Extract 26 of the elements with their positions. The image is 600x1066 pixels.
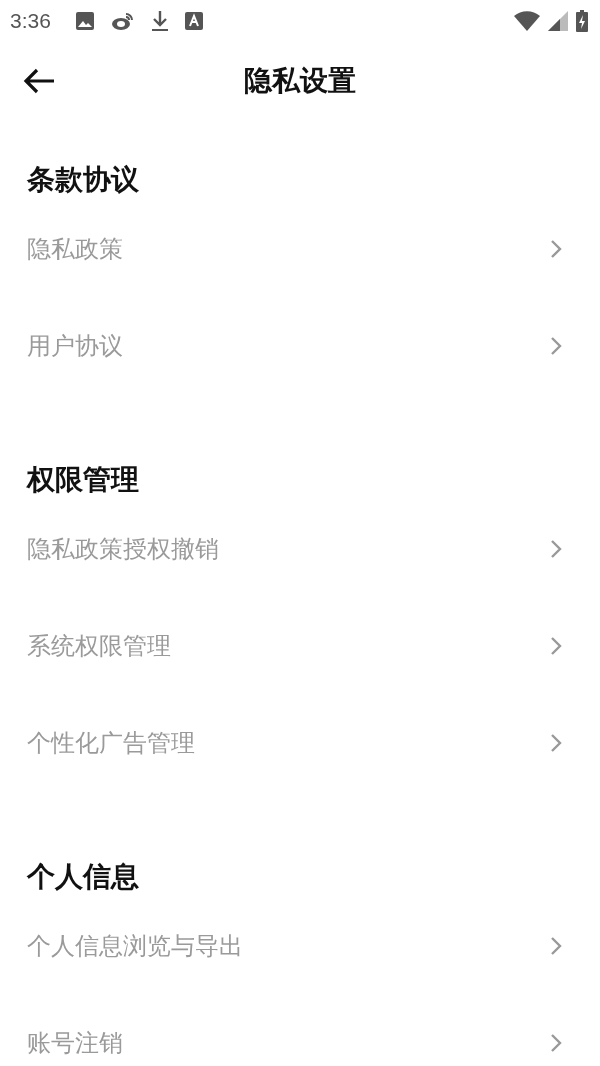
settings-item[interactable]: 隐私政策授权撤销 (0, 500, 600, 597)
settings-item[interactable]: 系统权限管理 (0, 597, 600, 694)
section-heading: 个人信息 (25, 859, 140, 895)
settings-item[interactable]: 个性化广告管理 (0, 694, 600, 791)
signal-icon (548, 11, 568, 31)
page-title: 隐私设置 (244, 63, 356, 99)
download-icon (150, 10, 169, 32)
status-time: 3:36 (10, 8, 51, 35)
settings-item[interactable]: 隐私政策 (0, 200, 600, 297)
section-heading: 权限管理 (25, 462, 140, 498)
battery-icon (576, 10, 588, 32)
chevron-icon (550, 335, 562, 356)
section-heading: 条款协议 (26, 162, 140, 198)
wifi-icon (514, 11, 540, 31)
image-icon (74, 11, 95, 31)
settings-item[interactable]: 账号注销 (0, 994, 600, 1066)
back-button[interactable] (22, 67, 56, 95)
chevron-icon (550, 935, 562, 956)
chevron-icon (550, 635, 562, 656)
chevron-icon (550, 732, 562, 753)
chevron-icon (550, 238, 562, 259)
chevron-icon (550, 1032, 562, 1053)
chevron-icon (550, 538, 562, 559)
font-icon (184, 12, 203, 30)
settings-item[interactable]: 个人信息浏览与导出 (0, 897, 600, 994)
settings-item[interactable]: 用户协议 (0, 297, 600, 394)
